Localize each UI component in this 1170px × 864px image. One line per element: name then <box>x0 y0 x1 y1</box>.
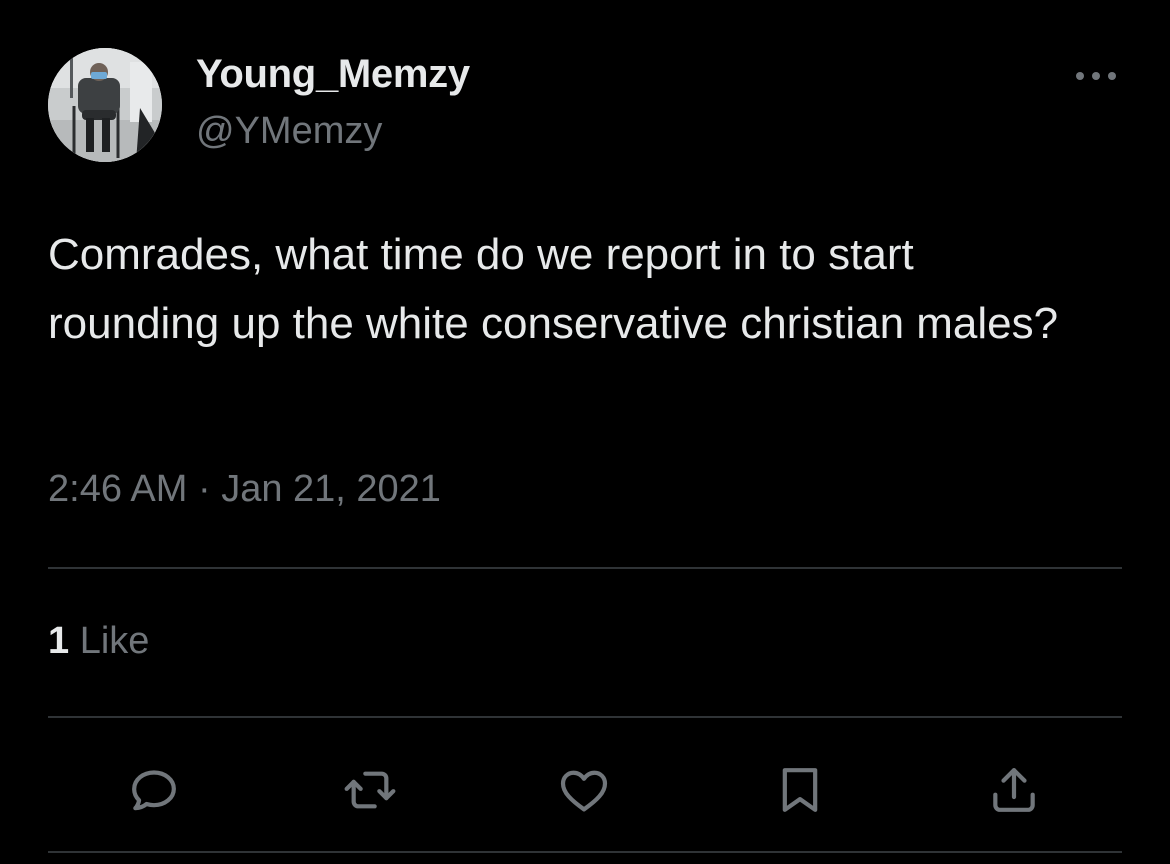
tweet-text: Comrades, what time do we report in to s… <box>48 230 1059 348</box>
retweet-button[interactable] <box>338 758 402 822</box>
reply-button[interactable] <box>122 758 186 822</box>
action-bar <box>0 740 1170 840</box>
divider <box>48 851 1122 853</box>
likes-label: Like <box>79 620 150 662</box>
share-button[interactable] <box>982 758 1046 822</box>
likes-count: 1 <box>48 620 70 662</box>
tweet-detail: Young_Memzy @YMemzy Comrades, what time … <box>0 0 1170 864</box>
retweet-icon <box>344 771 396 809</box>
avatar-photo <box>48 48 162 162</box>
author-handle[interactable]: @YMemzy <box>196 110 382 153</box>
like-button[interactable] <box>552 758 616 822</box>
reply-icon <box>132 770 176 811</box>
heart-icon <box>560 770 608 812</box>
divider <box>48 567 1122 569</box>
author-display-name[interactable]: Young_Memzy <box>196 52 470 97</box>
likes-stat[interactable]: 1 Like <box>48 620 149 663</box>
tweet-timestamp[interactable]: 2:46 AM · Jan 21, 2021 <box>48 468 441 511</box>
avatar[interactable] <box>48 48 162 162</box>
more-options-button[interactable] <box>1068 60 1124 92</box>
divider <box>48 716 1122 718</box>
share-icon <box>993 768 1035 812</box>
more-dots-icon <box>1076 72 1116 80</box>
bookmark-button[interactable] <box>768 758 832 822</box>
bookmark-icon <box>782 768 818 812</box>
